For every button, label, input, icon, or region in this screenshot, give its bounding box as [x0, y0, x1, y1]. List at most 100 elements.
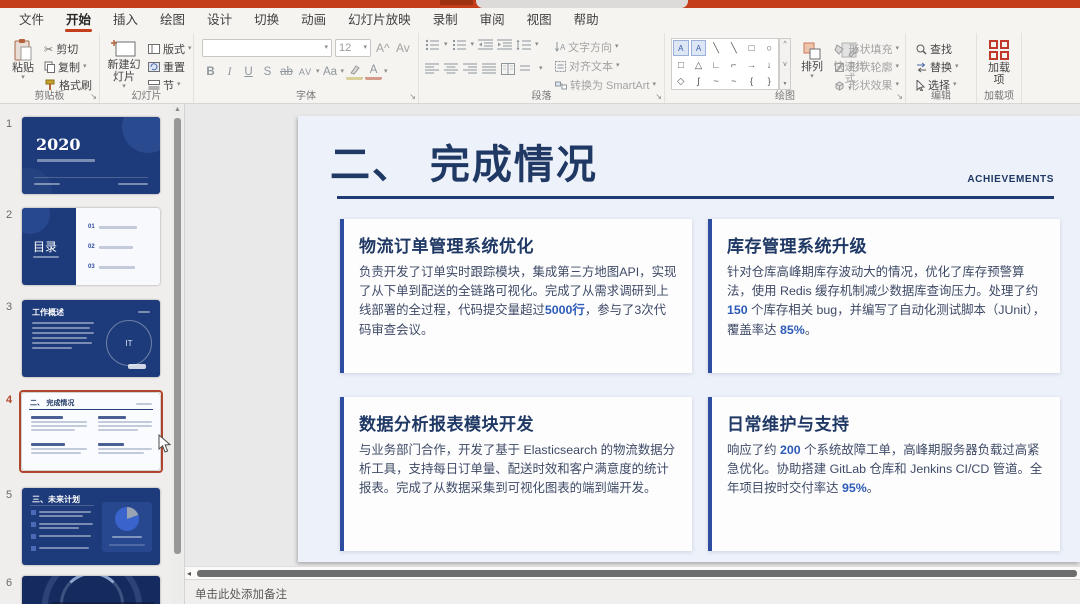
content-box-1[interactable]: 物流订单管理系统优化 负责开发了订单实时跟踪模块，集成第三方地图API，实现了从…: [340, 219, 692, 373]
decrease-indent-icon[interactable]: [478, 39, 493, 51]
elbow-connector-icon[interactable]: ∟: [707, 57, 725, 73]
reset-button[interactable]: 重置: [148, 59, 185, 75]
horizontal-textbox-icon[interactable]: A: [673, 40, 689, 56]
new-slide-button[interactable]: 新建幻灯片 ▾: [104, 39, 144, 91]
increase-indent-icon[interactable]: [497, 39, 512, 51]
strikethrough-button[interactable]: ab: [278, 63, 295, 80]
tab-record[interactable]: 录制: [422, 8, 469, 33]
tab-home[interactable]: 开始: [55, 8, 102, 33]
tab-help[interactable]: 帮助: [563, 8, 610, 33]
group-label-drawing: 绘图: [665, 87, 905, 102]
new-slide-label: 新建幻灯片: [107, 59, 141, 83]
font-name-combo[interactable]: ▾: [202, 39, 332, 57]
shape-gallery[interactable]: A A ╲ ╲ □ ○ □ △ ∟ ⌐ → ↓ ◇ ʃ ~ ~ { }: [671, 38, 779, 90]
oval-shape-icon[interactable]: ○: [760, 39, 778, 57]
font-size-combo[interactable]: 12 ▾: [335, 39, 371, 57]
drawing-dialog-launcher[interactable]: ↘: [896, 93, 903, 101]
align-center-icon[interactable]: [444, 63, 458, 75]
underline-button[interactable]: U: [240, 63, 257, 80]
triangle-shape-icon[interactable]: △: [690, 57, 708, 73]
paste-dropdown-icon[interactable]: ▾: [21, 74, 25, 82]
highlight-color-button[interactable]: [346, 63, 363, 80]
slide-thumbnail-6[interactable]: [22, 576, 160, 604]
tab-draw[interactable]: 绘图: [149, 8, 196, 33]
change-case-button[interactable]: Aa: [322, 63, 339, 80]
line-spacing-icon[interactable]: [516, 39, 531, 51]
shadow-button[interactable]: S: [259, 63, 276, 80]
char-spacing-button[interactable]: AV: [297, 63, 314, 80]
shape-scroll-up-icon[interactable]: ^: [783, 41, 786, 48]
numbered-list-icon[interactable]: [452, 39, 467, 51]
clipboard-dialog-launcher[interactable]: ↘: [90, 93, 97, 101]
shape-fill-button2[interactable]: 形状填充 ▾: [834, 41, 899, 57]
arrow-line-shape-icon[interactable]: ╲: [725, 39, 743, 57]
add-remove-columns-icon[interactable]: [520, 63, 534, 75]
tab-slideshow[interactable]: 幻灯片放映: [337, 8, 422, 33]
shape-outline-button[interactable]: 形状轮廓 ▾: [834, 59, 899, 75]
content-box-2[interactable]: 库存管理系统升级 针对仓库高峰期库存波动大的情况，优化了库存预警算法，使用 Re…: [708, 219, 1060, 373]
hscroll-left-icon[interactable]: ◂: [187, 569, 191, 578]
bullet-list-icon[interactable]: [425, 39, 440, 51]
ribbon-tab-bar: 文件 开始 插入 绘图 设计 切换 动画 幻灯片放映 录制 审阅 视图 帮助: [0, 8, 1080, 33]
find-button[interactable]: 查找: [916, 41, 952, 57]
slide-thumbnail-2[interactable]: 目录 01 02 03: [22, 208, 160, 285]
tab-view[interactable]: 视图: [516, 8, 563, 33]
cut-button[interactable]: ✂ 剪切: [44, 41, 78, 57]
canvas-hscrollbar[interactable]: ◂: [185, 566, 1080, 579]
shrink-font-button[interactable]: Av: [396, 41, 410, 55]
thumbnail-scroll-up-icon[interactable]: ▲: [172, 106, 183, 113]
slide-thumbnail-5[interactable]: 三、未来计划: [22, 488, 160, 565]
font-color-button[interactable]: A: [365, 63, 382, 80]
addins-button[interactable]: 加载项: [984, 40, 1014, 86]
slide-thumbnail-4[interactable]: 二、 完成情况: [22, 393, 160, 470]
columns-icon[interactable]: [501, 63, 515, 75]
text-direction-button[interactable]: A 文字方向 ▾: [555, 39, 619, 55]
tab-transitions[interactable]: 切换: [243, 8, 290, 33]
justify-icon[interactable]: [482, 63, 496, 75]
align-text-button[interactable]: 对齐文本 ▾: [555, 58, 620, 74]
bold-button[interactable]: B: [202, 63, 219, 80]
box2-title: 库存管理系统升级: [727, 232, 1046, 257]
canvas-hscrollbar-thumb[interactable]: [197, 570, 1077, 577]
notes-pane[interactable]: 单击此处添加备注: [185, 579, 1080, 604]
tab-animations[interactable]: 动画: [290, 8, 337, 33]
replace-button[interactable]: 替换 ▾: [916, 59, 959, 75]
elbow-arrow-connector-icon[interactable]: ⌐: [725, 57, 743, 73]
align-left-icon[interactable]: [425, 63, 439, 75]
thumbnail-scrollbar-thumb[interactable]: [174, 118, 181, 554]
line-shape-icon[interactable]: ╲: [707, 39, 725, 57]
slide-title[interactable]: 二、 完成情况: [330, 132, 598, 190]
align-right-icon[interactable]: [463, 63, 477, 75]
tab-insert[interactable]: 插入: [102, 8, 149, 33]
paste-button[interactable]: 粘贴 ▾: [6, 38, 40, 82]
vertical-textbox-icon[interactable]: A: [691, 40, 707, 56]
slide-thumbnail-3[interactable]: 工作概述 IT: [22, 300, 160, 377]
slide-thumbnail-1[interactable]: 2020: [22, 117, 160, 194]
layout-button[interactable]: 版式 ▾: [148, 41, 192, 57]
tab-file[interactable]: 文件: [8, 8, 55, 33]
arrange-button[interactable]: 排列 ▾: [797, 41, 827, 81]
layout-icon: [148, 44, 160, 54]
shape-gallery-scroll[interactable]: ^ v ▼: [779, 38, 791, 90]
copy-button[interactable]: 复制 ▾: [44, 59, 87, 75]
grow-font-button[interactable]: A^: [376, 41, 390, 55]
font-dialog-launcher[interactable]: ↘: [409, 93, 416, 101]
right-arrow-shape-icon[interactable]: →: [743, 57, 761, 73]
group-label-clipboard: 剪贴板: [0, 87, 99, 102]
group-editing: 查找 替换 ▾ 选择 ▾ 编辑: [906, 33, 977, 103]
italic-button[interactable]: I: [221, 63, 238, 80]
tab-design[interactable]: 设计: [196, 8, 243, 33]
rectangle-shape-icon[interactable]: □: [743, 39, 761, 57]
shape-scroll-down-icon[interactable]: v: [783, 61, 787, 68]
paragraph-dialog-launcher[interactable]: ↘: [655, 93, 662, 101]
shrink-font-icon: Av: [396, 41, 410, 55]
tab-review[interactable]: 审阅: [469, 8, 516, 33]
slide-4-editing-surface[interactable]: 二、 完成情况 ACHIEVEMENTS 物流订单管理系统优化 负责开发了订单实…: [298, 116, 1080, 562]
content-box-4[interactable]: 日常维护与支持 响应了约 200 个系统故障工单，高峰期服务器负载过高紧急优化。…: [708, 397, 1060, 551]
down-arrow-shape-icon[interactable]: ↓: [760, 57, 778, 73]
thumbnail-scrollbar[interactable]: ▲: [172, 104, 183, 604]
slide-eyebrow[interactable]: ACHIEVEMENTS: [967, 174, 1054, 185]
search-box[interactable]: [476, 0, 688, 8]
rounded-rect-shape-icon[interactable]: □: [672, 57, 690, 73]
content-box-3[interactable]: 数据分析报表模块开发 与业务部门合作，开发了基于 Elasticsearch 的…: [340, 397, 692, 551]
